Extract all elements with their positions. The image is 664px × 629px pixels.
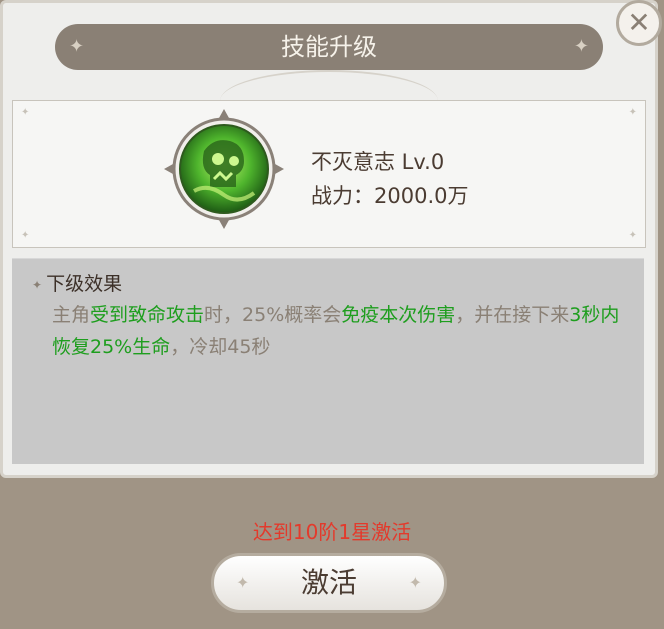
corner-dot: ✦ [628,230,637,241]
effect-text-segment: 时，25%概率会 [204,304,342,326]
skill-name-level: 不灭意志 Lv.0 [311,150,445,174]
close-button[interactable]: ✕ [616,0,662,46]
effect-text-segment: 主角 [52,304,91,326]
effect-text-highlight: 受到致命攻击 [90,304,205,326]
effect-text-segment: ，冷却45秒 [170,336,271,358]
activate-button-label: 激活 [300,566,357,599]
effect-heading: ✦ 下级效果 [32,269,122,296]
corner-dot: ✦ [628,107,637,118]
effect-text-segment: ，并在接下来 [455,304,570,326]
activate-button[interactable]: ✦ 激活 ✦ [211,553,447,613]
corner-dot: ✦ [21,230,30,241]
skill-power: 战力：2000.0万 [311,184,469,208]
dialog-title: 技能升级 [281,33,377,61]
effect-description: 主角受到致命攻击时，25%概率会免疫本次伤害，并在接下来3秒内恢复25%生命，冷… [52,299,624,363]
sparkle-icon: ✦ [236,573,250,592]
effect-text-highlight: 免疫本次伤害 [341,304,456,326]
green-skull-skill-icon [164,109,284,229]
sparkle-icon: ✦ [69,36,85,57]
title-bar: ✦ 技能升级 ✦ [55,24,603,70]
sparkle-icon: ✦ [408,573,422,592]
activation-requirement: 达到10阶1星激活 [252,520,412,544]
corner-dot: ✦ [21,107,30,118]
sparkle-icon: ✦ [573,36,589,57]
effect-heading-label: 下级效果 [46,273,123,295]
skill-icon-frame[interactable] [164,109,284,229]
close-icon: ✕ [627,6,651,39]
bullet-icon: ✦ [32,277,43,292]
